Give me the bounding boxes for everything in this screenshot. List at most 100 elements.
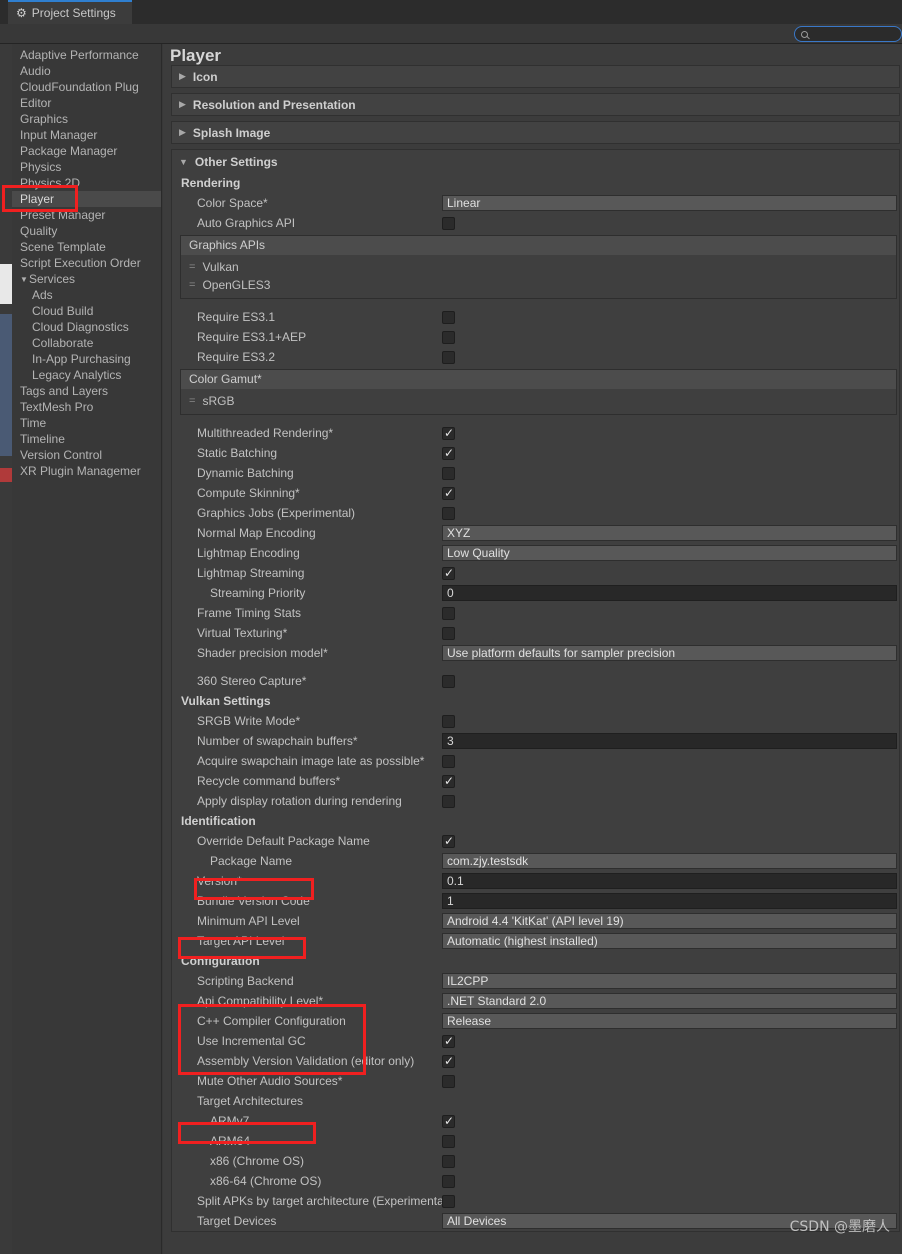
label-version: Version* [197,874,242,888]
input-version[interactable]: 0.1 [442,873,897,889]
sidebar-item-preset-manager[interactable]: Preset Manager [12,207,161,223]
sidebar-item-audio[interactable]: Audio [12,63,161,79]
group-title-vulkan-settings: Vulkan Settings [181,694,271,708]
sidebar-item-input-manager[interactable]: Input Manager [12,127,161,143]
dropdown-lightmap-encoding[interactable]: Low Quality [442,545,897,561]
sidebar-item-cloud-build[interactable]: Cloud Build [12,303,161,319]
row-override-default-package-name: Override Default Package Name [172,831,899,851]
other-settings-section: ▼ Other Settings Rendering Color Space* Li… [171,149,900,1232]
row-x86-chrome-os: x86 (Chrome OS) [172,1151,899,1171]
dropdown-normal-map-encoding[interactable]: XYZ [442,525,897,541]
dropdown-api-compatibility-level[interactable]: .NET Standard 2.0 [442,993,897,1009]
dropdown-c-compiler-configuration[interactable]: Release [442,1013,897,1029]
checkbox-recycle-command-buffers[interactable] [442,773,455,789]
sidebar-item-services[interactable]: ▼Services [12,271,161,287]
sidebar-item-timeline[interactable]: Timeline [12,431,161,447]
foldout-label: Icon [192,69,218,84]
search-icon [801,30,808,38]
checkbox-virtual-texturing[interactable] [442,626,455,640]
list-item[interactable]: = OpenGLES3 [181,276,896,294]
sidebar-item-cloudfoundation-plug[interactable]: CloudFoundation Plug [12,79,161,95]
sidebar-item-time[interactable]: Time [12,415,161,431]
sidebar-item-in-app-purchasing[interactable]: In-App Purchasing [12,351,161,367]
sidebar-item-physics-2d[interactable]: Physics 2D [12,175,161,191]
sidebar-item-quality[interactable]: Quality [12,223,161,239]
sidebar-item-adaptive-performance[interactable]: Adaptive Performance [12,47,161,63]
sidebar-item-script-execution-order[interactable]: Script Execution Order [12,255,161,271]
search-input[interactable] [812,27,896,41]
input-number-of-swapchain-buffers[interactable]: 3 [442,733,897,749]
sidebar-item-label: Script Execution Order [20,256,141,270]
sidebar-item-version-control[interactable]: Version Control [12,447,161,463]
input-streaming-priority[interactable]: 0 [442,585,897,601]
player-settings-panel: Player ▶ Icon ▶ Resolution and Presentation… [163,44,902,1254]
sidebar-item-collaborate[interactable]: Collaborate [12,335,161,351]
checkbox-static-batching[interactable] [442,445,455,461]
row-require-es3-2: Require ES3.2 [172,347,899,367]
tab-project-settings[interactable]: ⚙ Project Settings [8,0,132,24]
checkbox-lightmap-streaming[interactable] [442,565,455,581]
group-title-configuration: Configuration [181,954,260,968]
checkbox-graphics-jobs-experimental[interactable] [442,506,455,520]
sidebar-item-physics[interactable]: Physics [12,159,161,175]
checkbox-require-es3-2[interactable] [442,350,455,364]
drag-handle-icon[interactable]: = [189,258,195,276]
sidebar-item-graphics[interactable]: Graphics [12,111,161,127]
sidebar-item-scene-template[interactable]: Scene Template [12,239,161,255]
checkbox-require-es3-1-aep[interactable] [442,330,455,344]
sidebar-item-player[interactable]: Player [12,191,161,207]
checkbox-multithreaded-rendering[interactable] [442,425,455,441]
group-title-identification: Identification [181,814,256,828]
sidebar-item-tags-and-layers[interactable]: Tags and Layers [12,383,161,399]
checkbox-frame-timing-stats[interactable] [442,606,455,620]
foldout-resolution-and-presentation[interactable]: ▶ Resolution and Presentation [171,93,900,116]
sidebar-item-cloud-diagnostics[interactable]: Cloud Diagnostics [12,319,161,335]
checkbox-use-incremental-gc[interactable] [442,1033,455,1049]
drag-handle-icon[interactable]: = [189,392,195,410]
checkbox-360-stereo-capture[interactable] [442,674,455,688]
dropdown-color-space[interactable]: Linear [442,195,897,211]
sidebar-item-legacy-analytics[interactable]: Legacy Analytics [12,367,161,383]
sidebar-item-package-manager[interactable]: Package Manager [12,143,161,159]
checkbox-dynamic-batching[interactable] [442,466,455,480]
checkbox-mute-other-audio-sources[interactable] [442,1074,455,1088]
checkbox-auto-graphics-api[interactable] [442,216,455,230]
search-box[interactable] [794,26,902,42]
dropdown-minimum-api-level[interactable]: Android 4.4 'KitKat' (API level 19) [442,913,897,929]
dropdown-scripting-backend[interactable]: IL2CPP [442,973,897,989]
chevron-down-icon[interactable]: ▼ [20,272,29,288]
row-frame-timing-stats: Frame Timing Stats [172,603,899,623]
dropdown-target-api-level[interactable]: Automatic (highest installed) [442,933,897,949]
checkbox-apply-display-rotation-during-rendering[interactable] [442,794,455,808]
settings-sidebar[interactable]: Adaptive Performance Audio CloudFoundation… [12,44,162,1254]
foldout-splash-image[interactable]: ▶ Splash Image [171,121,900,144]
list-item[interactable]: = Vulkan [181,258,896,276]
checkbox-srgb-write-mode[interactable] [442,714,455,728]
sidebar-item-xr-plugin-managemer[interactable]: XR Plugin Managemer [12,463,161,479]
input-bundle-version-code[interactable]: 1 [442,893,897,909]
checkbox-split-apks-by-target-architecture-experimental[interactable] [442,1194,455,1208]
checkbox-acquire-swapchain-image-late-as-possible[interactable] [442,754,455,768]
row-minimum-api-level: Minimum API Level Android 4.4 'KitKat' (A… [172,911,899,931]
checkbox-armv7[interactable] [442,1113,455,1129]
checkbox-require-es3-1[interactable] [442,310,455,324]
dropdown-package-name[interactable]: com.zjy.testsdk [442,853,897,869]
sidebar-item-ads[interactable]: Ads [12,287,161,303]
dropdown-shader-precision-model[interactable]: Use platform defaults for sampler precis… [442,645,897,661]
sidebar-item-textmesh-pro[interactable]: TextMesh Pro [12,399,161,415]
label-package-name: Package Name [210,854,293,868]
other-settings-header[interactable]: ▼ Other Settings [172,150,899,173]
checkbox-x86-chrome-os[interactable] [442,1154,455,1168]
checkbox-x86-64-chrome-os[interactable] [442,1174,455,1188]
label-color-space: Color Space* [197,196,268,210]
checkbox-assembly-version-validation-editor-only[interactable] [442,1053,455,1069]
list-item[interactable]: = sRGB [181,392,896,410]
drag-handle-icon[interactable]: = [189,276,195,294]
row-mute-other-audio-sources: Mute Other Audio Sources* [172,1071,899,1091]
checkbox-compute-skinning[interactable] [442,485,455,501]
foldout-icon[interactable]: ▶ Icon [171,65,900,88]
checkbox-arm64[interactable] [442,1134,455,1148]
sidebar-item-editor[interactable]: Editor [12,95,161,111]
checkbox-override-default-package-name[interactable] [442,833,455,849]
